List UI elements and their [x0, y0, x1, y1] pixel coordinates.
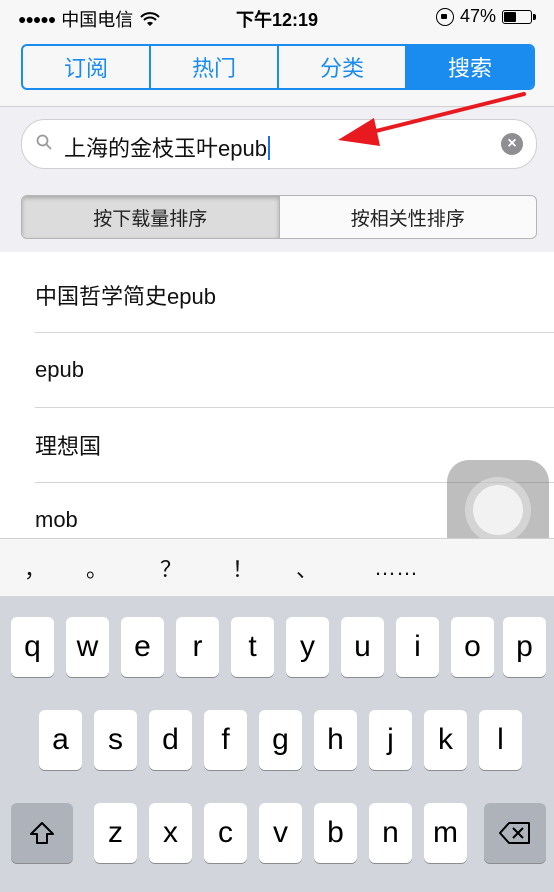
key-t[interactable]: t — [231, 617, 274, 677]
status-right: 47% — [435, 6, 536, 27]
key-j[interactable]: j — [369, 710, 412, 770]
key-w[interactable]: w — [66, 617, 109, 677]
sort-by-downloads[interactable]: 按下载量排序 — [22, 196, 279, 238]
key-y[interactable]: y — [286, 617, 329, 677]
key-s[interactable]: s — [94, 710, 137, 770]
shift-key[interactable] — [11, 803, 73, 863]
quicktype-period[interactable]: 。 — [86, 552, 108, 584]
key-u[interactable]: u — [341, 617, 384, 677]
keyboard-row-3: z x c v b n m — [0, 803, 554, 863]
keyboard-row-1: q w e r t y u i o p — [0, 617, 554, 677]
status-bar: ●●●●● 中国电信 下午12:19 47% — [0, 0, 554, 36]
assistive-touch-ring — [465, 477, 531, 543]
quicktype-exclaim[interactable]: ！ — [232, 552, 254, 584]
sort-by-relevance[interactable]: 按相关性排序 — [278, 196, 537, 238]
quicktype-ellipsis[interactable]: …… — [374, 555, 418, 581]
nav-segmented-control: 订阅 热门 分类 搜索 — [21, 44, 535, 90]
keyboard-row-2: a s d f g h j k l — [0, 710, 554, 770]
tab-popular[interactable]: 热门 — [149, 46, 277, 88]
key-p[interactable]: p — [503, 617, 546, 677]
search-area: 上海的金枝玉叶epub × 按下载量排序 按相关性排序 — [0, 107, 554, 252]
key-e[interactable]: e — [121, 617, 164, 677]
key-d[interactable]: d — [149, 710, 192, 770]
search-input-text[interactable]: 上海的金枝玉叶epub — [64, 131, 270, 163]
search-icon — [36, 134, 52, 150]
key-z[interactable]: z — [94, 803, 137, 863]
sort-segmented-control: 按下载量排序 按相关性排序 — [21, 195, 537, 239]
key-q[interactable]: q — [11, 617, 54, 677]
key-v[interactable]: v — [259, 803, 302, 863]
tab-subscribe[interactable]: 订阅 — [23, 46, 149, 88]
key-c[interactable]: c — [204, 803, 247, 863]
rotation-lock-icon — [435, 7, 454, 26]
battery-icon — [502, 9, 536, 24]
clear-icon[interactable]: × — [501, 133, 523, 155]
battery-percent: 47% — [459, 6, 496, 26]
key-f[interactable]: f — [204, 710, 247, 770]
key-x[interactable]: x — [149, 803, 192, 863]
quicktype-comma[interactable]: ， — [24, 552, 46, 584]
list-item[interactable]: epub — [35, 333, 554, 408]
backspace-key[interactable] — [484, 803, 546, 863]
key-h[interactable]: h — [314, 710, 357, 770]
tab-search[interactable]: 搜索 — [405, 46, 533, 88]
key-n[interactable]: n — [369, 803, 412, 863]
search-value: 上海的金枝玉叶epub — [64, 136, 267, 161]
key-i[interactable]: i — [396, 617, 439, 677]
tab-category[interactable]: 分类 — [277, 46, 405, 88]
key-o[interactable]: o — [451, 617, 494, 677]
search-input[interactable]: 上海的金枝玉叶epub × — [21, 119, 537, 169]
key-l[interactable]: l — [479, 710, 522, 770]
backspace-icon — [499, 822, 530, 844]
quicktype-question[interactable]: ？ — [160, 552, 182, 584]
keyboard: q w e r t y u i o p a s d f g h j k l z … — [0, 596, 554, 892]
key-b[interactable]: b — [314, 803, 357, 863]
shift-icon — [30, 822, 54, 844]
key-m[interactable]: m — [424, 803, 467, 863]
list-item[interactable]: 中国哲学简史epub — [35, 258, 554, 333]
text-cursor — [267, 136, 270, 160]
key-a[interactable]: a — [39, 710, 82, 770]
top-nav: 订阅 热门 分类 搜索 — [0, 36, 554, 107]
quicktype-enum-comma[interactable]: 、 — [296, 552, 318, 584]
assistive-touch-dot — [473, 485, 523, 535]
key-r[interactable]: r — [176, 617, 219, 677]
battery-fill — [504, 11, 516, 22]
quicktype-bar: ， 。 ？ ！ 、 …… — [0, 538, 554, 597]
key-k[interactable]: k — [424, 710, 467, 770]
key-g[interactable]: g — [259, 710, 302, 770]
